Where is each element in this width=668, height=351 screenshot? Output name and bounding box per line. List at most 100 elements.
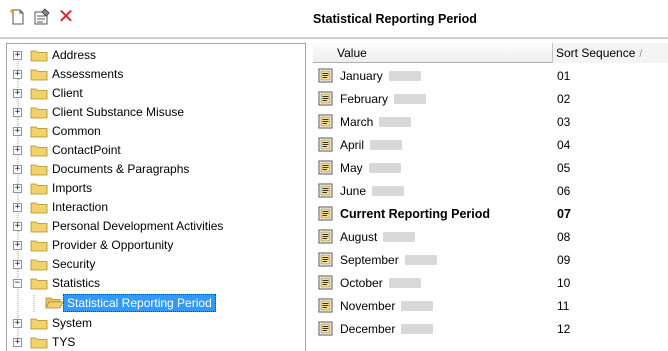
tree-item-label-selected: Statistical Reporting Period: [63, 294, 216, 312]
redacted-text: [383, 232, 416, 242]
folder-icon: [30, 50, 48, 62]
tree-item[interactable]: + Imports: [7, 179, 305, 198]
row-value-text: Current Reporting Period: [340, 207, 491, 221]
tree-item[interactable]: + Interaction: [7, 198, 305, 217]
record-icon: [318, 68, 333, 83]
expand-icon[interactable]: +: [13, 146, 22, 155]
folder-icon: [30, 88, 48, 100]
tree-item-label: Imports: [52, 181, 93, 195]
row-value: November: [340, 299, 434, 313]
properties-icon[interactable]: [32, 7, 52, 27]
expand-icon[interactable]: +: [13, 108, 22, 117]
tree-item[interactable]: + ContactPoint: [7, 141, 305, 160]
redacted-text: [368, 163, 401, 173]
folder-icon: [30, 318, 48, 330]
row-value: February: [340, 92, 427, 106]
expand-icon[interactable]: +: [13, 184, 22, 193]
expand-icon[interactable]: +: [13, 241, 22, 250]
expand-icon[interactable]: +: [13, 222, 22, 231]
expand-icon[interactable]: +: [13, 260, 22, 269]
column-header-value[interactable]: Value: [313, 43, 553, 63]
column-header-sort-sequence[interactable]: Sort Sequence /: [553, 43, 668, 63]
tree-item-label: Documents & Paragraphs: [52, 162, 190, 176]
row-value: September: [340, 253, 437, 267]
tree-item[interactable]: + TYS: [7, 333, 305, 351]
record-icon: [318, 229, 333, 244]
toolbar: ✕ Statistical Reporting Period: [0, 0, 668, 38]
expand-icon[interactable]: +: [13, 70, 22, 79]
row-sort-sequence: 02: [557, 92, 571, 106]
tree-item[interactable]: + Provider & Opportunity: [7, 236, 305, 255]
row-sort-sequence: 08: [557, 230, 571, 244]
record-icon: [318, 114, 333, 129]
folder-icon: [30, 221, 48, 233]
tree-item[interactable]: + Client: [7, 84, 305, 103]
row-value-text: March: [340, 115, 374, 129]
tree-item-label: System: [52, 316, 93, 330]
collapse-icon[interactable]: −: [13, 279, 22, 288]
redacted-text: [401, 301, 434, 311]
row-sort-sequence: 03: [557, 115, 571, 129]
new-document-icon[interactable]: [8, 7, 28, 27]
tree-item-label: Interaction: [52, 200, 109, 214]
table-row[interactable]: April 04: [313, 134, 668, 157]
tree-item-label: Assessments: [52, 67, 124, 81]
table-row[interactable]: January 01: [313, 65, 668, 88]
table-row[interactable]: May 05: [313, 157, 668, 180]
table-row[interactable]: Current Reporting Period 07: [313, 203, 668, 226]
row-sort-sequence: 01: [557, 69, 571, 83]
row-value: December: [340, 322, 434, 336]
row-value: January: [340, 69, 421, 83]
table-row[interactable]: October 10: [313, 272, 668, 295]
folder-icon: [30, 145, 48, 157]
redacted-text: [401, 324, 434, 334]
expand-icon[interactable]: +: [13, 338, 22, 347]
table-row[interactable]: February 02: [313, 88, 668, 111]
expand-icon[interactable]: +: [13, 203, 22, 212]
record-icon: [318, 183, 333, 198]
tree-item[interactable]: + Personal Development Activities: [7, 217, 305, 236]
row-value: August: [340, 230, 416, 244]
tree-item[interactable]: + Common: [7, 122, 305, 141]
table-row[interactable]: June 06: [313, 180, 668, 203]
folder-icon: [30, 259, 48, 271]
record-icon: [318, 275, 333, 290]
delete-x-icon[interactable]: ✕: [56, 7, 76, 27]
table-row[interactable]: November 11: [313, 295, 668, 318]
tree-item-label: Common: [52, 124, 101, 138]
row-value-text: April: [340, 138, 365, 152]
row-value-text: August: [340, 230, 378, 244]
table-row[interactable]: March 03: [313, 111, 668, 134]
tree-item[interactable]: + Documents & Paragraphs: [7, 160, 305, 179]
folder-icon: [30, 337, 48, 349]
tree-item-label: Client Substance Misuse: [52, 105, 185, 119]
row-value-text: January: [340, 69, 383, 83]
row-sort-sequence: 11: [557, 299, 570, 313]
tree-item[interactable]: + Client Substance Misuse: [7, 103, 305, 122]
expand-icon[interactable]: +: [13, 319, 22, 328]
row-sort-sequence: 04: [557, 138, 571, 152]
record-icon: [318, 91, 333, 106]
expand-icon[interactable]: +: [13, 51, 22, 60]
tree-item[interactable]: + System: [7, 314, 305, 333]
row-sort-sequence: 09: [557, 253, 571, 267]
page-title: Statistical Reporting Period: [313, 12, 477, 26]
tree-item[interactable]: + Assessments: [7, 65, 305, 84]
table-row[interactable]: August 08: [313, 226, 668, 249]
expand-icon[interactable]: +: [13, 127, 22, 136]
table-row[interactable]: December 12: [313, 318, 668, 341]
expand-icon[interactable]: +: [13, 165, 22, 174]
redacted-text: [394, 94, 427, 104]
tree-item-label: Client: [52, 86, 83, 100]
record-icon: [318, 137, 333, 152]
tree-item[interactable]: − Statistics: [7, 274, 305, 293]
tree-item-label: Security: [52, 257, 96, 271]
tree-item[interactable]: + Security: [7, 255, 305, 274]
table-row[interactable]: September 09: [313, 249, 668, 272]
tree-panel[interactable]: + Address + Assessments + Client + Client Subst…: [6, 43, 306, 351]
expand-icon[interactable]: +: [13, 89, 22, 98]
tree-item-label: Personal Development Activities: [52, 219, 224, 233]
tree-item-statistical-reporting-period[interactable]: Statistical Reporting Period: [7, 293, 305, 313]
tree-item[interactable]: + Address: [7, 46, 305, 65]
redacted-text: [388, 278, 421, 288]
